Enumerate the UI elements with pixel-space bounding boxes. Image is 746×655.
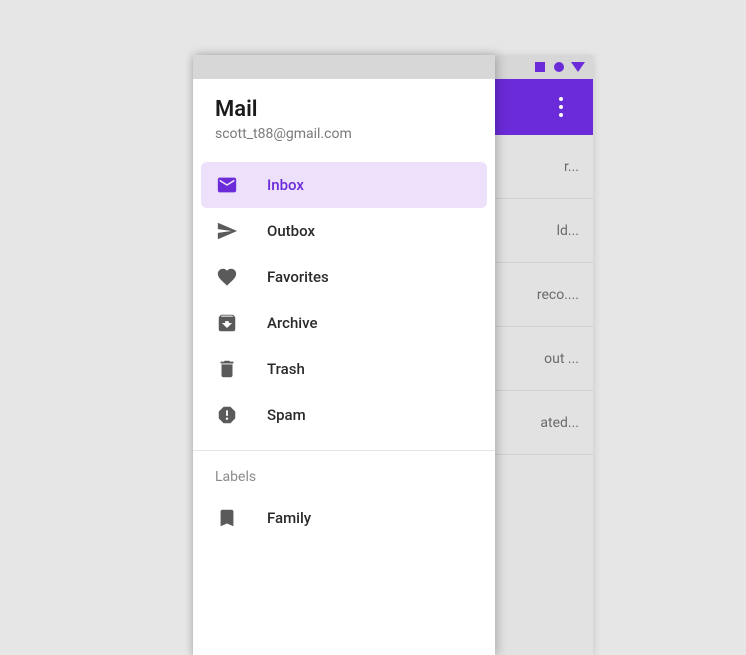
nav-label: Family bbox=[267, 509, 311, 527]
nav-item-archive[interactable]: Archive bbox=[201, 300, 487, 346]
nav-item-trash[interactable]: Trash bbox=[201, 346, 487, 392]
labels-list: Family bbox=[193, 491, 495, 545]
email-snippet: ld... bbox=[557, 223, 579, 239]
nav-label: Trash bbox=[267, 360, 305, 378]
labels-section-header: Labels bbox=[193, 459, 495, 491]
nav-label: Favorites bbox=[267, 268, 329, 286]
trash-icon bbox=[215, 357, 239, 381]
drawer-account-email: scott_t88@gmail.com bbox=[215, 126, 473, 142]
status-triangle-icon bbox=[571, 61, 585, 73]
drawer-title: Mail bbox=[215, 97, 473, 122]
nav-item-inbox[interactable]: Inbox bbox=[201, 162, 487, 208]
nav-list: Inbox Outbox Favorites Archive Trash bbox=[193, 158, 495, 442]
nav-item-spam[interactable]: Spam bbox=[201, 392, 487, 438]
email-snippet: reco.... bbox=[537, 287, 579, 303]
navigation-drawer: Mail scott_t88@gmail.com Inbox Outbox Fa… bbox=[193, 55, 495, 655]
email-snippet: ated... bbox=[540, 415, 579, 431]
drawer-header: Mail scott_t88@gmail.com bbox=[193, 79, 495, 158]
error-icon bbox=[215, 403, 239, 427]
status-circle-icon bbox=[553, 61, 565, 73]
label-item-family[interactable]: Family bbox=[201, 495, 487, 541]
overflow-menu-button[interactable] bbox=[541, 87, 581, 127]
divider bbox=[193, 450, 495, 451]
drawer-status-bar bbox=[193, 55, 495, 79]
nav-label: Spam bbox=[267, 406, 306, 424]
archive-icon bbox=[215, 311, 239, 335]
mail-icon bbox=[215, 173, 239, 197]
email-snippet: r... bbox=[564, 159, 579, 175]
status-square-icon bbox=[535, 61, 547, 73]
nav-label: Outbox bbox=[267, 222, 315, 240]
send-icon bbox=[215, 219, 239, 243]
nav-item-outbox[interactable]: Outbox bbox=[201, 208, 487, 254]
nav-label: Archive bbox=[267, 314, 317, 332]
heart-icon bbox=[215, 265, 239, 289]
email-snippet: out ... bbox=[544, 351, 579, 367]
nav-label: Inbox bbox=[267, 176, 304, 194]
nav-item-favorites[interactable]: Favorites bbox=[201, 254, 487, 300]
bookmark-icon bbox=[215, 506, 239, 530]
